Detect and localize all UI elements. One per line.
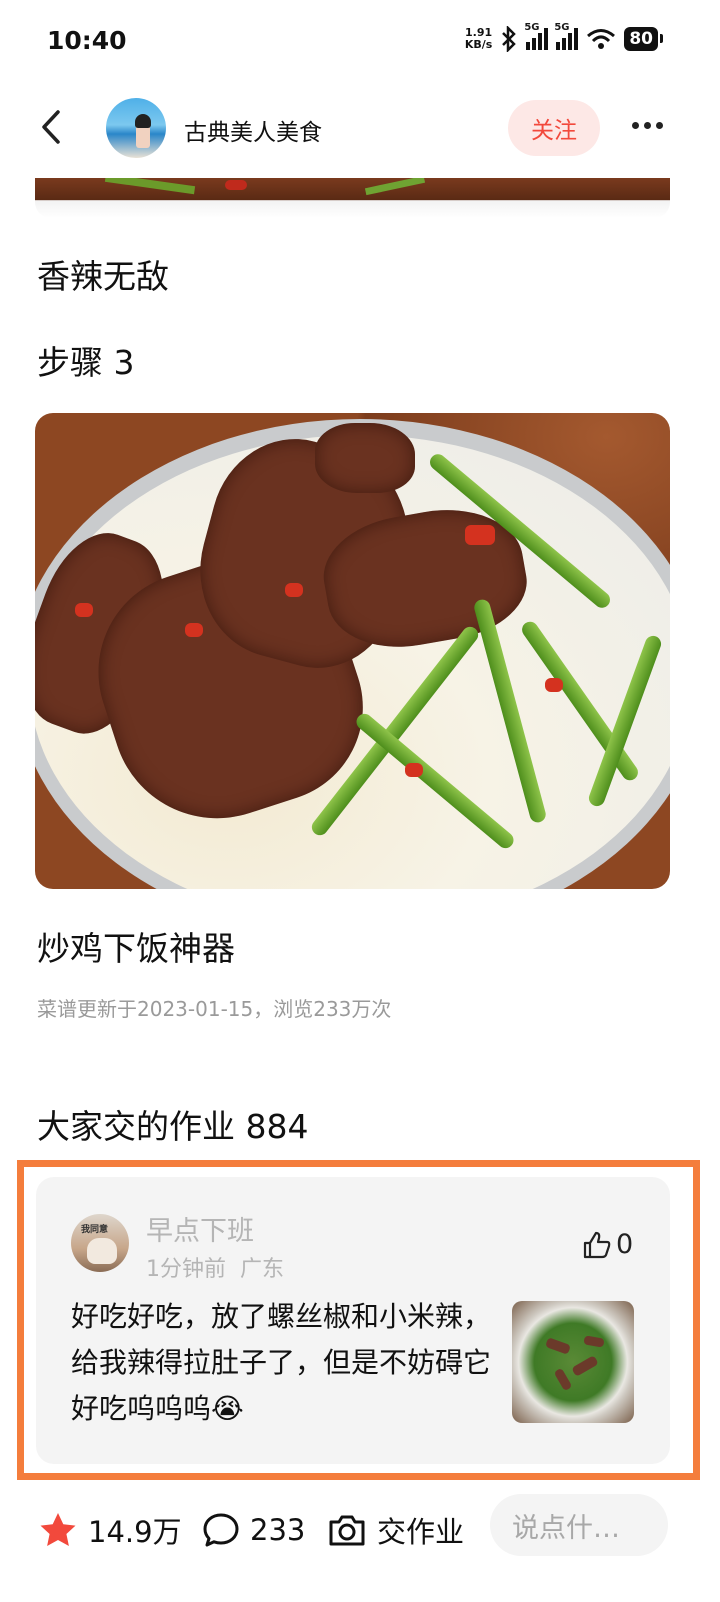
bottom-action-bar: 14.9万 233 交作业 说点什… [0,1484,720,1602]
homework-section-title: 大家交的作业 884 [37,1107,309,1146]
signal-1-label: 5G [524,22,540,33]
comment-time: 1分钟前 [146,1257,226,1282]
author-name[interactable]: 古典美人美食 [184,113,322,147]
comments-count: 233 [250,1513,306,1547]
comment-meta: 1分钟前 广东 [146,1251,284,1283]
camera-icon [329,1515,365,1546]
comment-text: 好吃好吃，放了螺丝椒和小米辣，给我辣得拉肚子了，但是不妨碍它好吃呜呜呜😭 [71,1300,492,1425]
like-count: 0 [616,1229,634,1260]
submit-homework-button[interactable]: 交作业 [327,1506,464,1554]
commenter-name[interactable]: 早点下班 [146,1209,254,1248]
homework-comment-card[interactable]: 我同意 早点下班 1分钟前 广东 0 好吃好吃，放了螺丝椒和小米辣，给我辣得拉肚… [36,1177,670,1464]
more-dots-icon [632,122,663,129]
previous-step-photo [35,178,670,218]
submit-homework-label: 交作业 [377,1515,465,1549]
comment-photo-thumbnail[interactable] [512,1301,634,1423]
author-header: 古典美人美食 关注 [0,92,720,164]
signal-icon-1: 5G [524,22,549,50]
more-options-button[interactable] [632,122,663,129]
author-avatar[interactable] [106,98,166,158]
signal-2-label: 5G [554,22,570,33]
step-description: 香辣无敌 [37,257,169,296]
commenter-avatar[interactable]: 我同意 [71,1214,129,1272]
favorite-button[interactable]: 14.9万 [38,1506,182,1554]
step-caption: 炒鸡下饭神器 [37,929,235,968]
wifi-icon [587,29,616,49]
status-icons: 1.91 KB/s 5G 5G 80 [465,22,663,52]
commenter-avatar-tag: 我同意 [81,1225,109,1235]
thumbs-up-icon [583,1231,611,1258]
step-title: 步骤 3 [37,343,135,382]
signal-icon-2: 5G [554,22,579,50]
back-arrow-icon [42,110,60,144]
step-3-photo[interactable] [35,413,670,889]
network-speed-unit: KB/s [464,38,493,51]
favorites-count: 14.9万 [88,1515,182,1549]
network-speed: 1.91 KB/s [465,27,492,51]
bluetooth-icon [502,26,517,52]
battery-indicator: 80 [624,27,663,51]
recipe-meta: 菜谱更新于2023-01-15，浏览233万次 [37,997,392,1021]
like-button[interactable]: 0 [582,1229,633,1260]
comments-button[interactable]: 233 [202,1506,305,1554]
status-bar: 10:40 1.91 KB/s 5G 5G 80 [0,0,720,84]
comment-input[interactable]: 说点什… [490,1494,668,1556]
back-button[interactable] [34,106,70,148]
comment-bubble-icon [203,1513,239,1547]
comment-location: 广东 [240,1257,285,1282]
star-icon [40,1513,76,1546]
follow-button[interactable]: 关注 [508,100,600,156]
status-time: 10:40 [47,26,127,55]
